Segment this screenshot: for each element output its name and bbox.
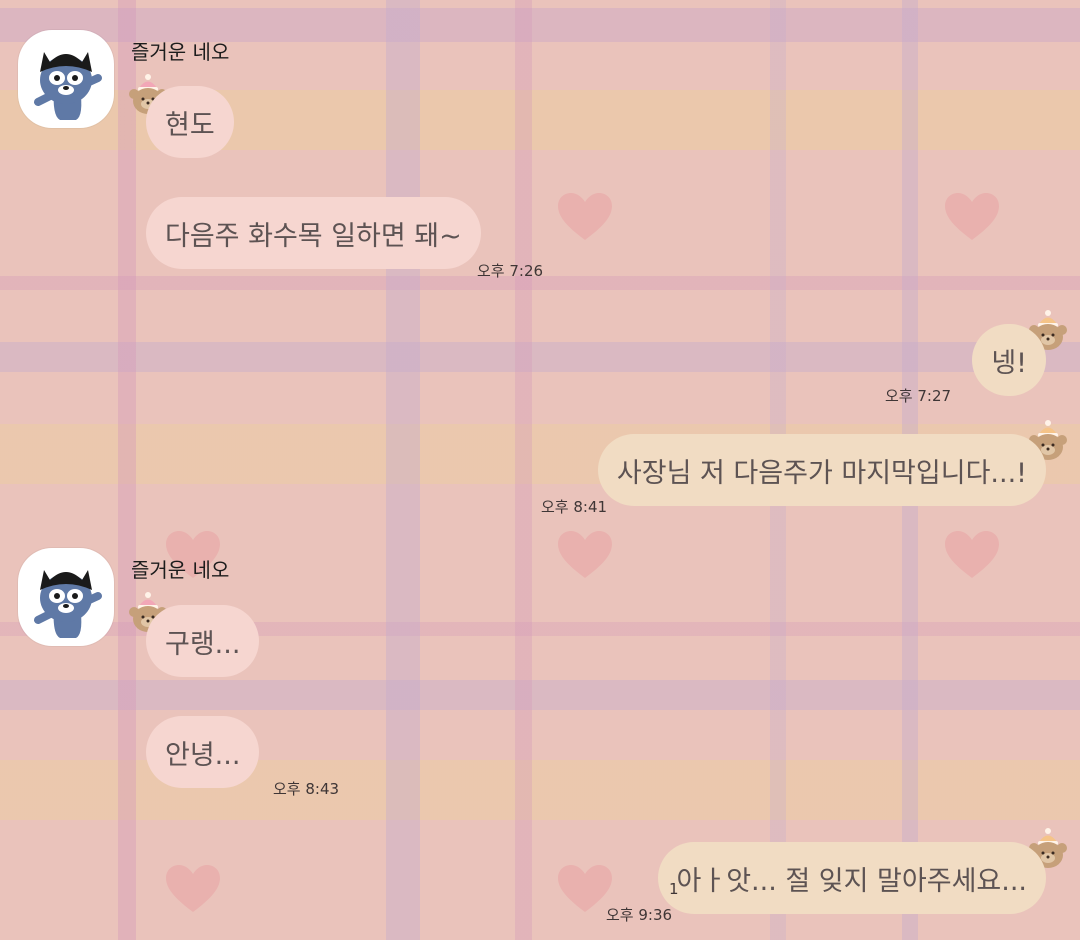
message-bubble[interactable]: 구랭... xyxy=(146,605,260,677)
sender-name: 즐거운 네오 xyxy=(131,40,230,64)
heart-decoration-icon xyxy=(945,531,999,578)
heart-decoration-icon xyxy=(558,531,612,578)
message-bubble[interactable]: 사장님 저 다음주가 마지막입니다...! xyxy=(597,434,1046,506)
message-timestamp: 오후 7:26 xyxy=(477,262,544,280)
message-bubble[interactable]: 현도 xyxy=(146,86,234,158)
message-bubble[interactable]: 넹! xyxy=(972,324,1046,396)
message-bubble[interactable]: 다음주 화수목 일하면 돼~ xyxy=(146,197,481,269)
heart-decoration-icon xyxy=(166,865,220,912)
heart-decoration-icon xyxy=(945,193,999,240)
message-bubble[interactable]: 안녕... xyxy=(146,716,260,788)
sender-avatar[interactable] xyxy=(18,30,114,128)
message-timestamp: 오후 8:43 xyxy=(273,780,340,798)
heart-decoration-icon xyxy=(558,193,612,240)
message-timestamp: 오후 8:41 xyxy=(541,498,608,516)
sender-name: 즐거운 네오 xyxy=(131,558,230,582)
neo-cat-avatar-icon xyxy=(34,570,102,638)
message-bubble[interactable]: 아ㅏ앗... 절 잊지 말아주세요... xyxy=(657,842,1046,914)
sender-avatar[interactable] xyxy=(18,548,114,646)
unread-count: 1 xyxy=(669,880,679,898)
message-timestamp: 오후 9:36 xyxy=(606,906,673,924)
neo-cat-avatar-icon xyxy=(34,52,102,120)
message-timestamp: 오후 7:27 xyxy=(885,387,952,405)
